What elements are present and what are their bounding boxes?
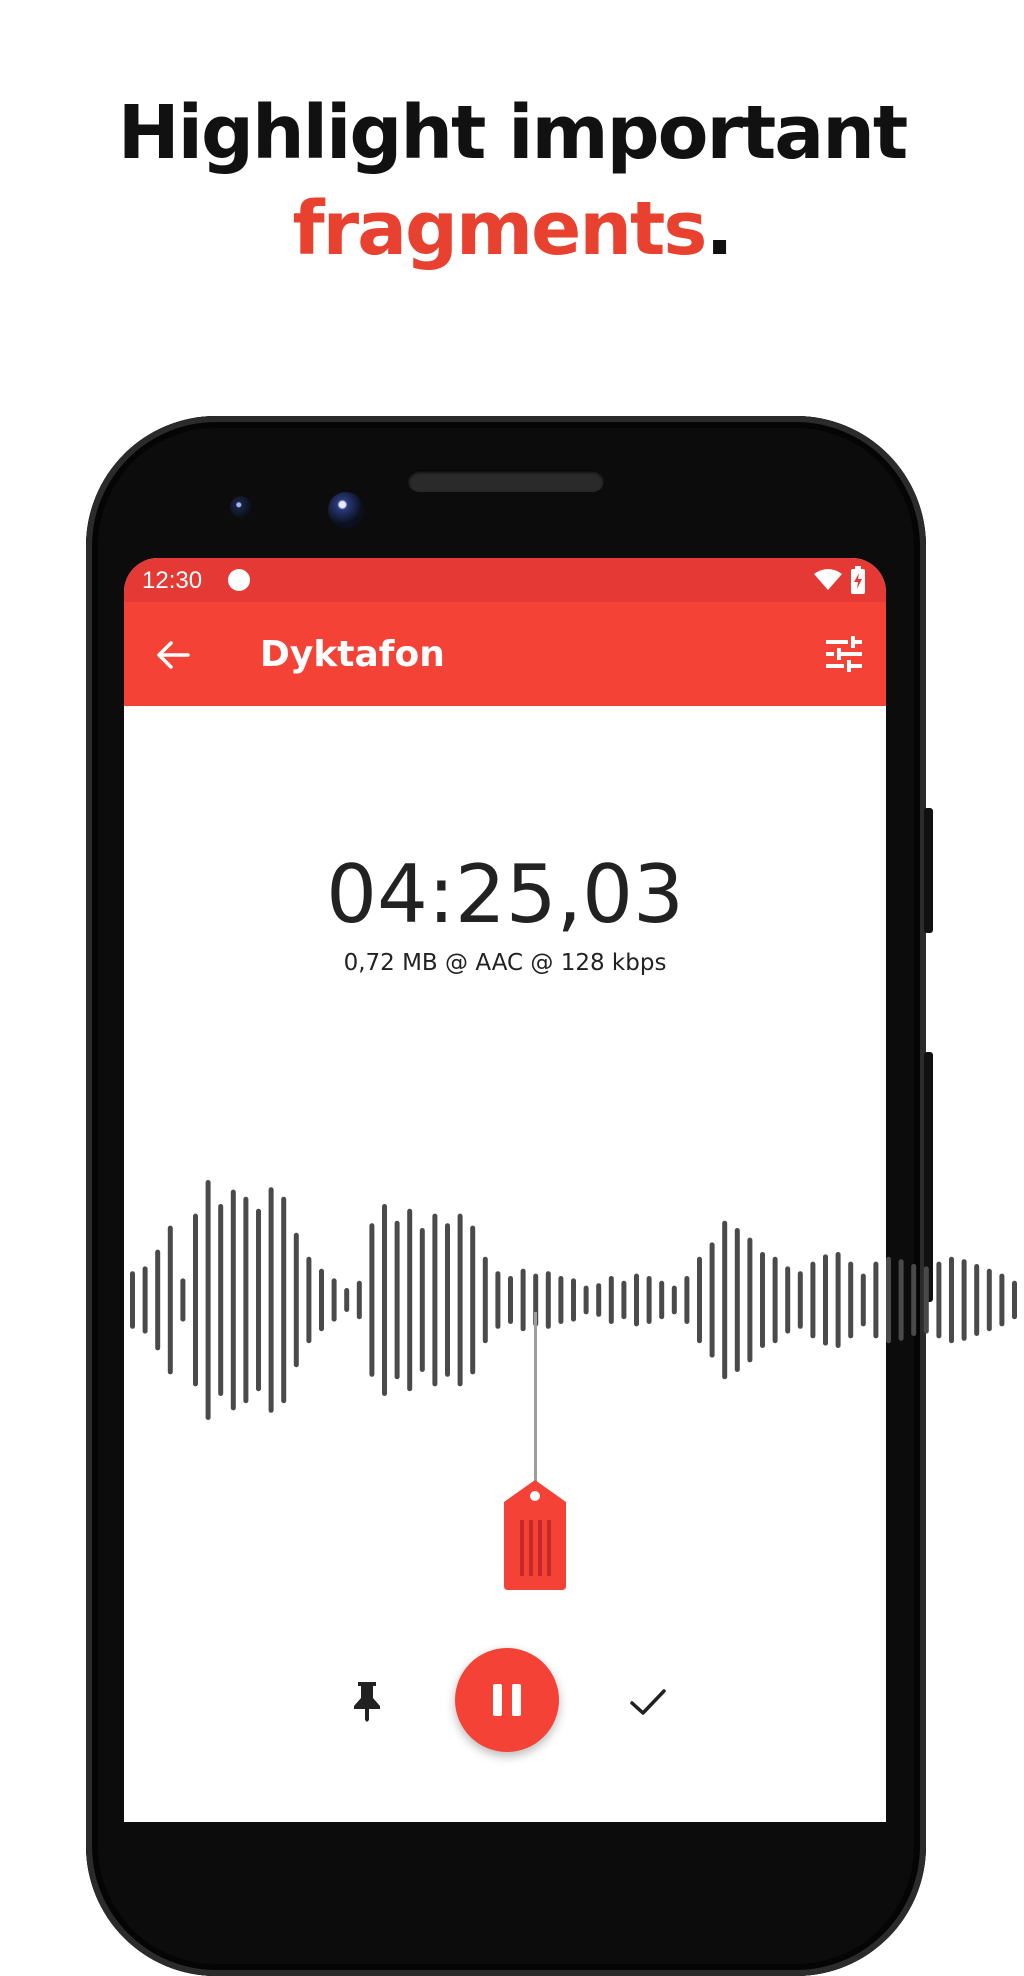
playhead-line (534, 1312, 537, 1492)
check-icon[interactable] (628, 1682, 668, 1722)
waveform-bar (797, 1271, 803, 1329)
waveform-bar (419, 1228, 425, 1372)
tune-sliders-icon[interactable] (824, 634, 864, 674)
waveform-bar (306, 1256, 312, 1344)
waveform-bar (218, 1204, 224, 1396)
waveform-bar (142, 1266, 148, 1334)
waveform-bar (369, 1223, 375, 1377)
recording-info: 0,72 MB @ AAC @ 128 kbps (343, 950, 667, 976)
waveform-bar (344, 1288, 350, 1312)
waveform-bar (986, 1268, 992, 1332)
waveform-bar (482, 1256, 488, 1344)
waveform-bar (180, 1278, 186, 1322)
headline-accent-word: fragments (292, 186, 707, 272)
waveform-bar (596, 1283, 602, 1317)
waveform-bar (470, 1225, 476, 1375)
recording-timer: 04:25,03 (326, 848, 684, 941)
waveform-bar (949, 1256, 954, 1344)
waveform-bar (281, 1196, 287, 1404)
waveform-bar (356, 1280, 362, 1320)
audio-waveform (130, 1180, 1017, 1420)
pause-button[interactable] (455, 1648, 559, 1752)
waveform-bar (923, 1266, 929, 1334)
waveform-bar (974, 1264, 980, 1336)
waveform-bar (331, 1278, 337, 1322)
waveform-bar (508, 1276, 513, 1324)
waveform-bar (898, 1259, 904, 1341)
waveform-bar (445, 1223, 450, 1377)
waveform-bar (785, 1266, 791, 1334)
app-title: Dyktafon (260, 634, 445, 675)
waveform-bar (772, 1256, 778, 1344)
waveform-bar (167, 1225, 173, 1375)
pause-icon (493, 1684, 521, 1716)
waveform-bar (205, 1180, 211, 1420)
waveform-bar (394, 1220, 400, 1380)
waveform-bar (810, 1261, 816, 1339)
headline-line-2: fragments. (0, 192, 1024, 266)
phone-power-button (924, 808, 933, 933)
waveform-bar (1012, 1280, 1017, 1320)
waveform-bar (407, 1208, 413, 1392)
waveform-bar (848, 1261, 854, 1339)
waveform-bar (671, 1285, 677, 1315)
waveform-bar (571, 1278, 576, 1322)
waveform-bar (495, 1271, 501, 1329)
waveform-bar (130, 1271, 135, 1329)
waveform-bar (293, 1232, 299, 1368)
waveform-bar (873, 1261, 879, 1339)
recording-dot-icon (228, 569, 250, 591)
back-arrow-icon[interactable] (154, 636, 192, 674)
waveform-bar (457, 1213, 463, 1387)
phone-speaker (408, 470, 604, 492)
waveform-bar (634, 1273, 639, 1327)
waveform-bar (382, 1204, 387, 1396)
status-time: 12:30 (142, 567, 203, 594)
waveform-bar (583, 1285, 589, 1315)
pin-icon[interactable] (350, 1680, 384, 1722)
waveform-bar (230, 1189, 236, 1411)
waveform-bar (961, 1259, 967, 1341)
waveform-bar (823, 1254, 828, 1346)
waveform-bar (646, 1276, 652, 1324)
waveform-bar (734, 1228, 740, 1372)
waveform-bar (319, 1268, 324, 1332)
waveform-bar (760, 1252, 765, 1348)
wifi-icon (814, 569, 842, 590)
waveform-bar (936, 1261, 942, 1339)
waveform-bar (155, 1249, 161, 1351)
waveform-bar (684, 1276, 690, 1324)
waveform-bar (659, 1280, 665, 1320)
waveform-bar (621, 1280, 627, 1320)
waveform-bar (268, 1187, 274, 1413)
phone-sensor (230, 496, 252, 518)
waveform-bar (558, 1276, 564, 1324)
status-bar: 12:30 (124, 558, 886, 602)
waveform-bar (835, 1252, 841, 1348)
waveform-bar (697, 1256, 702, 1344)
waveform-bar (432, 1213, 438, 1387)
battery-charging-icon (851, 566, 865, 594)
headline-suffix: . (705, 186, 733, 272)
waveform-bar (999, 1273, 1005, 1327)
bookmark-tag-icon[interactable] (502, 1476, 568, 1592)
waveform-bar (860, 1273, 866, 1327)
waveform-bar (709, 1242, 715, 1358)
waveform-bar (886, 1256, 891, 1344)
waveform-bar (256, 1208, 261, 1392)
waveform-bar (520, 1268, 526, 1332)
waveform-bar (722, 1220, 728, 1380)
headline-line-1: Highlight important (117, 90, 909, 176)
waveform-bar (608, 1276, 614, 1324)
waveform-bar (193, 1213, 198, 1387)
phone-front-camera (328, 492, 364, 528)
waveform-bar (545, 1271, 551, 1329)
waveform-bar (243, 1196, 249, 1404)
waveform-bar (747, 1237, 753, 1363)
waveform-bar (911, 1264, 917, 1336)
app-bar: Dyktafon (124, 602, 886, 706)
